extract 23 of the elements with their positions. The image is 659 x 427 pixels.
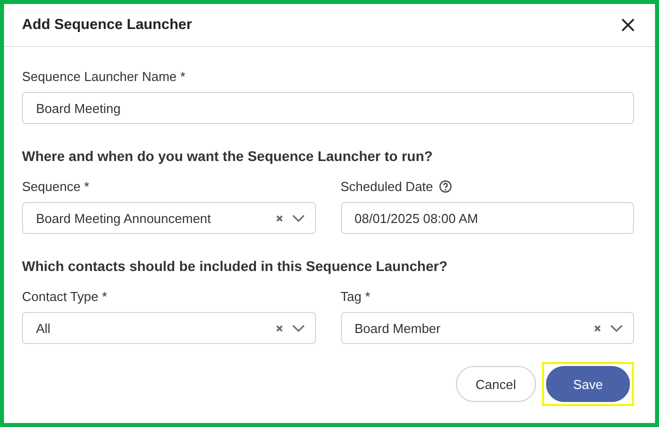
field-label: Scheduled Date <box>340 179 434 194</box>
clear-icon[interactable] <box>276 324 282 332</box>
section-heading: Which contacts should be included in this Sequence Launcher? <box>22 258 448 274</box>
select-field[interactable]: All <box>22 312 316 344</box>
date-field[interactable]: 08/01/2025 08:00 AM <box>340 202 634 234</box>
section-heading: Where and when do you want the Sequence Launcher to run? <box>22 148 434 164</box>
cancel-button[interactable]: Cancel <box>456 366 536 402</box>
save-button[interactable]: Save <box>546 366 630 402</box>
chevron-down-icon[interactable] <box>610 324 623 332</box>
field-label: Sequence * <box>22 179 90 194</box>
input-field[interactable]: Board Meeting <box>22 92 634 124</box>
field-label: Tag * <box>340 289 370 304</box>
help-icon[interactable] <box>439 180 452 193</box>
close-icon[interactable] <box>621 18 635 32</box>
chevron-down-icon[interactable] <box>292 214 304 222</box>
select-field[interactable]: Board Member <box>340 312 634 344</box>
dialog-title: Add Sequence Launcher <box>22 17 192 33</box>
field-label: Sequence Launcher Name * <box>22 69 186 84</box>
clear-icon[interactable] <box>594 324 601 332</box>
clear-icon[interactable] <box>276 214 282 222</box>
select-field[interactable]: Board Meeting Announcement <box>22 202 316 234</box>
field-label: Contact Type * <box>22 289 108 304</box>
chevron-down-icon[interactable] <box>292 324 304 332</box>
